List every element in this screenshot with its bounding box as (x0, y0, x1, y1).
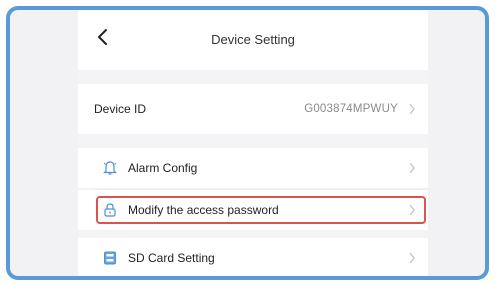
chevron-right-icon (409, 252, 415, 264)
chevron-right-icon (409, 103, 415, 115)
sd-card-label: SD Card Setting (128, 251, 215, 265)
modify-password-row[interactable]: Modify the access password (78, 190, 428, 230)
device-setting-screen: Device Setting Device ID G003874MPWUY Al… (78, 10, 428, 276)
chevron-right-icon (409, 162, 415, 174)
header: Device Setting (78, 10, 428, 70)
device-id-value: G003874MPWUY (304, 103, 398, 115)
alarm-icon (103, 161, 117, 175)
modify-password-label: Modify the access password (128, 203, 279, 217)
sd-card-icon (104, 251, 116, 265)
screenshot-frame: Device Setting Device ID G003874MPWUY Al… (6, 6, 489, 280)
lock-icon (104, 203, 116, 217)
alarm-config-row[interactable]: Alarm Config (78, 148, 428, 188)
alarm-config-label: Alarm Config (128, 161, 198, 175)
sd-card-row[interactable]: SD Card Setting (78, 238, 428, 276)
device-id-label: Device ID (94, 102, 147, 116)
chevron-right-icon (409, 204, 415, 216)
page-title: Device Setting (211, 32, 295, 47)
device-id-row[interactable]: Device ID G003874MPWUY (78, 84, 428, 134)
